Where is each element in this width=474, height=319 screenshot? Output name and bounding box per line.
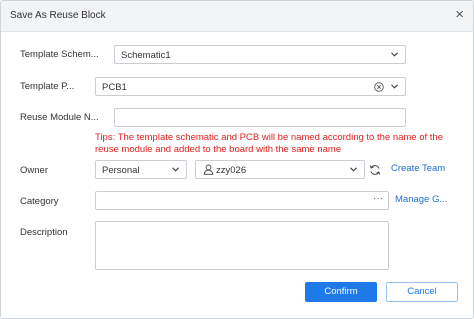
create-team-link[interactable]: Create Team (391, 163, 445, 174)
template-pcb-select[interactable]: PCB1 (95, 77, 406, 96)
chevron-down-icon (350, 167, 357, 172)
template-schematic-value: Schematic1 (121, 50, 171, 61)
dialog-titlebar: Save As Reuse Block × (1, 1, 473, 32)
template-pcb-label: Template P... (20, 81, 75, 92)
category-label: Category (20, 196, 59, 207)
ellipsis-icon[interactable]: ··· (373, 193, 383, 204)
cancel-button[interactable]: Cancel (386, 282, 458, 302)
owner-user-select[interactable]: zzy026 (195, 160, 365, 179)
owner-type-value: Personal (102, 165, 140, 176)
dialog-title: Save As Reuse Block (10, 10, 106, 21)
description-label: Description (20, 227, 68, 238)
refresh-icon[interactable] (369, 164, 381, 176)
chevron-down-icon (172, 167, 179, 172)
clear-circle-icon[interactable] (374, 82, 384, 92)
reuse-module-name-label: Reuse Module N... (20, 112, 99, 123)
template-schematic-label: Template Schem... (20, 49, 99, 60)
tips-text: Tips: The template schematic and PCB wil… (95, 132, 443, 155)
confirm-button[interactable]: Confirm (305, 282, 377, 302)
close-icon[interactable]: × (455, 7, 464, 22)
description-textarea[interactable] (95, 221, 389, 270)
category-input[interactable]: ··· (95, 191, 389, 210)
reuse-module-name-input[interactable] (114, 108, 406, 127)
chevron-down-icon (391, 84, 398, 89)
user-icon (203, 164, 214, 175)
owner-type-select[interactable]: Personal (95, 160, 187, 179)
manage-groups-link[interactable]: Manage G... (395, 194, 447, 205)
save-as-reuse-block-dialog: Save As Reuse Block × Template Schem... … (0, 0, 474, 319)
owner-user-value: zzy026 (216, 165, 247, 176)
chevron-down-icon (391, 52, 398, 57)
template-pcb-value: PCB1 (102, 82, 127, 93)
owner-label: Owner (20, 165, 48, 176)
template-schematic-select[interactable]: Schematic1 (114, 45, 406, 64)
